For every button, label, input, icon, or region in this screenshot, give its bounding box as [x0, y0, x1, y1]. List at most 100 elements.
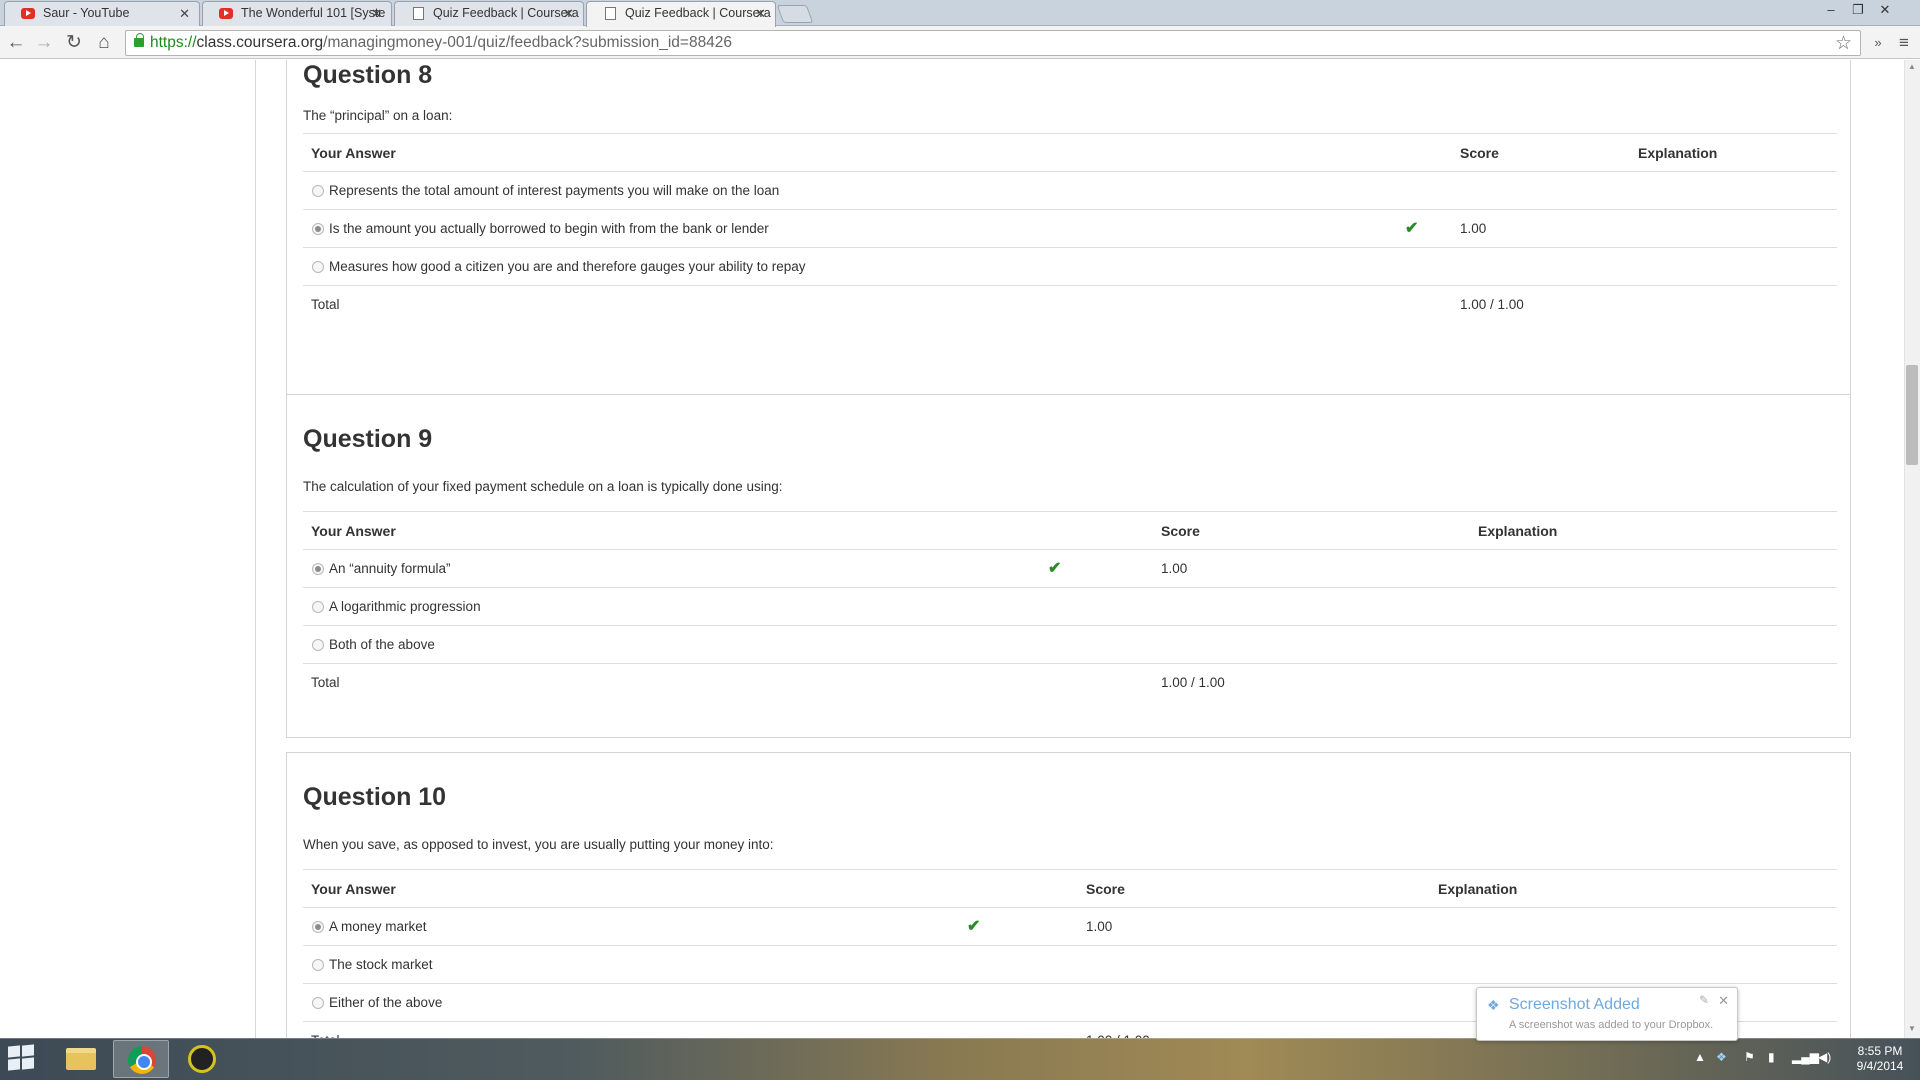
tab-quiz-feedback-1[interactable]: Quiz Feedback | Coursera ✕ — [394, 1, 584, 26]
total-score: 1.00 / 1.00 — [1460, 297, 1524, 312]
battery-icon[interactable]: ▮ — [1768, 1050, 1775, 1064]
question-card: Question 9 The calculation of your fixed… — [286, 394, 1851, 738]
forward-arrow-icon[interactable]: → — [32, 31, 56, 55]
volume-icon[interactable]: ◀) — [1818, 1050, 1831, 1064]
radio-button — [312, 601, 324, 613]
bookmark-star-icon[interactable]: ☆ — [1835, 32, 1852, 55]
close-icon[interactable]: ✕ — [1718, 993, 1729, 1009]
radio-button-selected — [312, 223, 324, 235]
action-center-icon[interactable]: ⚑ — [1744, 1050, 1755, 1064]
close-tab-icon[interactable]: ✕ — [371, 2, 382, 25]
vertical-scrollbar[interactable] — [1904, 60, 1920, 1038]
question-title: Question 9 — [303, 425, 433, 453]
answer-score: 1.00 — [1460, 221, 1487, 236]
question-prompt: The “principal” on a loan: — [303, 108, 453, 123]
tab-quiz-feedback-active[interactable]: Quiz Feedback | Coursera ✕ — [586, 1, 776, 27]
checkmark-icon: ✔ — [1405, 220, 1419, 237]
tab-saur-youtube[interactable]: Saur - YouTube ✕ — [4, 1, 200, 26]
windows-start-icon[interactable] — [8, 1044, 36, 1072]
column-your-answer: Your Answer — [311, 523, 396, 539]
column-your-answer: Your Answer — [311, 881, 396, 897]
answer-row: An “annuity formula” ✔ 1.00 — [303, 549, 1837, 587]
network-icon[interactable]: ▂▄▆ — [1792, 1050, 1819, 1064]
menu-icon[interactable]: ≡ — [1892, 31, 1916, 55]
windows-taskbar: ▲ ❖ ⚑ ▮ ▂▄▆ ◀) 8:55 PM 9/4/2014 — [0, 1038, 1920, 1080]
column-explanation: Explanation — [1438, 881, 1518, 897]
restore-icon[interactable]: ❐ — [1847, 0, 1869, 20]
back-arrow-icon[interactable]: ← — [4, 31, 28, 55]
total-label: Total — [311, 675, 340, 690]
answer-row: A money market ✔ 1.00 — [303, 907, 1837, 945]
extensions-chevron-icon[interactable]: » — [1866, 31, 1890, 55]
url-host: class.coursera.org — [196, 34, 324, 51]
radio-button — [312, 261, 324, 273]
radio-button — [312, 959, 324, 971]
table-header: Your Answer Score Explanation — [303, 133, 1837, 171]
content-divider — [255, 60, 256, 1038]
radio-button — [312, 639, 324, 651]
answer-row: Measures how good a citizen you are and … — [303, 247, 1837, 285]
clock-date: 9/4/2014 — [1856, 1059, 1904, 1073]
total-row: Total 1.00 / 1.00 — [303, 285, 1837, 323]
total-row: Total 1.00 / 1.00 — [303, 663, 1837, 701]
app-icon — [188, 1045, 216, 1073]
notification-title: Screenshot Added — [1509, 996, 1640, 1013]
taskbar-file-explorer[interactable] — [52, 1040, 108, 1078]
answer-row: The stock market — [303, 945, 1837, 983]
answer-score: 1.00 — [1161, 561, 1188, 576]
answer-row: A logarithmic progression — [303, 587, 1837, 625]
column-your-answer: Your Answer — [311, 145, 396, 161]
scroll-down-arrow-icon[interactable]: ▼ — [1904, 1024, 1920, 1038]
document-icon — [413, 7, 424, 20]
answer-option-text: Measures how good a citizen you are and … — [329, 259, 806, 274]
address-bar[interactable]: https://class.coursera.org/managingmoney… — [125, 30, 1861, 56]
close-tab-icon[interactable]: ✕ — [755, 2, 766, 25]
document-icon — [605, 7, 616, 20]
dropbox-icon: ❖ — [1487, 997, 1500, 1013]
column-score: Score — [1161, 523, 1200, 539]
tab-title: The Wonderful 101 [Syste — [241, 6, 386, 20]
table-header: Your Answer Score Explanation — [303, 511, 1837, 549]
url-text: https://class.coursera.org/managingmoney… — [150, 31, 732, 55]
page-viewport: Question 8 The “principal” on a loan: Yo… — [0, 60, 1904, 1038]
dropbox-notification[interactable]: ❖ Screenshot Added A screenshot was adde… — [1476, 987, 1738, 1041]
checkmark-icon: ✔ — [967, 918, 981, 935]
tab-title: Quiz Feedback | Coursera — [625, 6, 771, 20]
column-score: Score — [1460, 145, 1499, 161]
close-window-icon[interactable]: ✕ — [1874, 0, 1896, 20]
url-scheme: https:// — [150, 34, 197, 51]
total-label: Total — [311, 297, 340, 312]
minimize-icon[interactable]: – — [1820, 0, 1842, 20]
youtube-icon — [21, 8, 35, 19]
answer-row: Represents the total amount of interest … — [303, 171, 1837, 209]
tab-strip: Saur - YouTube ✕ The Wonderful 101 [Syst… — [0, 0, 1920, 27]
browser-toolbar: ← → ↻ ⌂ https://class.coursera.org/manag… — [0, 26, 1920, 59]
clock-time: 8:55 PM — [1857, 1044, 1903, 1058]
system-clock[interactable]: 8:55 PM 9/4/2014 — [1845, 1044, 1915, 1074]
lock-icon — [134, 33, 144, 47]
answer-option-text: Both of the above — [329, 637, 435, 652]
show-hidden-icons-icon[interactable]: ▲ — [1694, 1050, 1706, 1064]
column-explanation: Explanation — [1478, 523, 1558, 539]
home-icon[interactable]: ⌂ — [92, 31, 116, 55]
taskbar-chrome[interactable] — [113, 1040, 169, 1078]
youtube-icon — [219, 8, 233, 19]
question-title: Question 10 — [303, 783, 447, 811]
new-tab-button[interactable] — [776, 5, 814, 23]
tab-wonderful-101[interactable]: The Wonderful 101 [Syste ✕ — [202, 1, 392, 26]
close-tab-icon[interactable]: ✕ — [563, 2, 574, 25]
question-card: Question 8 The “principal” on a loan: Yo… — [286, 60, 1851, 438]
tab-title: Quiz Feedback | Coursera — [433, 6, 579, 20]
pin-icon[interactable]: ✎ — [1699, 993, 1709, 1007]
chrome-icon — [128, 1046, 156, 1074]
reload-icon[interactable]: ↻ — [62, 31, 86, 55]
taskbar-app[interactable] — [174, 1040, 230, 1078]
tab-title: Saur - YouTube — [43, 6, 130, 20]
scroll-up-arrow-icon[interactable]: ▲ — [1904, 62, 1920, 76]
dropbox-tray-icon[interactable]: ❖ — [1716, 1050, 1727, 1064]
url-path: /managingmoney-001/quiz/feedback?submiss… — [323, 34, 733, 51]
radio-button-selected — [312, 921, 324, 933]
answer-option-text: Is the amount you actually borrowed to b… — [329, 221, 769, 236]
close-tab-icon[interactable]: ✕ — [179, 2, 190, 25]
scrollbar-thumb[interactable] — [1906, 365, 1918, 465]
